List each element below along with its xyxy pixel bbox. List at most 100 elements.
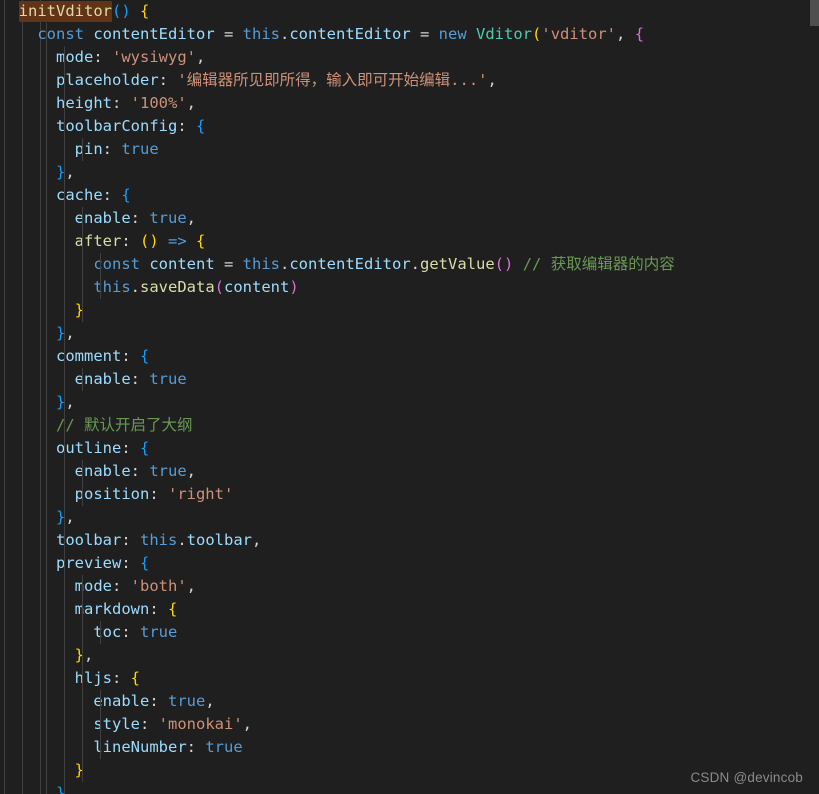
indent-guide: [64, 391, 65, 414]
indent-guide: [46, 276, 47, 299]
code-token: content: [224, 278, 290, 296]
code-line[interactable]: pin: true: [0, 138, 819, 161]
code-token: :: [111, 669, 131, 687]
indent-guide: [46, 138, 47, 161]
indent-guide: [46, 414, 47, 437]
code-token: {: [140, 347, 150, 365]
indent-guide: [46, 621, 47, 644]
indent-guide: [46, 690, 47, 713]
indent-guide: [46, 207, 47, 230]
indent-guide: [82, 713, 83, 736]
vertical-scrollbar-track[interactable]: [805, 0, 819, 794]
code-token: this: [242, 255, 280, 273]
code-line[interactable]: enable: true: [0, 368, 819, 391]
code-token: =: [214, 255, 243, 273]
code-line[interactable]: const content = this.contentEditor.getVa…: [0, 253, 819, 276]
code-token: ): [149, 232, 159, 250]
code-line[interactable]: placeholder: '编辑器所见即所得，输入即可开始编辑...',: [0, 69, 819, 92]
code-token: preview: [56, 554, 122, 572]
code-line[interactable]: after: () => {: [0, 230, 819, 253]
code-token: .: [410, 255, 421, 273]
indent-guide: [82, 138, 83, 161]
code-line[interactable]: lineNumber: true: [0, 736, 819, 759]
indent-guide: [46, 552, 47, 575]
code-token: :: [112, 94, 131, 112]
code-line[interactable]: mode: 'both',: [0, 575, 819, 598]
code-token: :: [149, 692, 168, 710]
code-line[interactable]: // 默认开启了大纲: [0, 414, 819, 437]
code-token: this: [93, 278, 131, 296]
code-line[interactable]: markdown: {: [0, 598, 819, 621]
code-token: ): [504, 255, 514, 273]
indent-guide: [82, 483, 83, 506]
code-line[interactable]: mode: 'wysiwyg',: [0, 46, 819, 69]
code-token: :: [140, 715, 159, 733]
indent-guide: [64, 276, 65, 299]
code-line[interactable]: },: [0, 644, 819, 667]
code-line[interactable]: enable: true,: [0, 207, 819, 230]
code-line[interactable]: enable: true,: [0, 690, 819, 713]
code-token: new: [438, 25, 467, 43]
code-line[interactable]: const contentEditor = this.contentEditor…: [0, 23, 819, 46]
code-line[interactable]: cache: {: [0, 184, 819, 207]
code-line[interactable]: comment: {: [0, 345, 819, 368]
code-token: '编辑器所见即所得，输入即可开始编辑...': [177, 71, 488, 89]
code-content[interactable]: initVditor() { const contentEditor = thi…: [0, 0, 819, 794]
code-editor[interactable]: initVditor() { const contentEditor = thi…: [0, 0, 819, 794]
code-line[interactable]: initVditor() {: [0, 0, 819, 23]
code-token: placeholder: [56, 71, 159, 89]
code-line[interactable]: style: 'monokai',: [0, 713, 819, 736]
code-line[interactable]: },: [0, 391, 819, 414]
code-token: ,: [186, 577, 196, 595]
code-line[interactable]: preview: {: [0, 552, 819, 575]
indent-guide: [64, 736, 65, 759]
indent-guide: [64, 115, 65, 138]
indent-guide: [46, 713, 47, 736]
code-token: true: [121, 140, 159, 158]
code-token: enable: [74, 370, 131, 388]
code-token: saveData: [140, 278, 215, 296]
indent-guide: [82, 460, 83, 483]
vertical-scrollbar-thumb[interactable]: [810, 0, 819, 26]
code-token: :: [102, 140, 122, 158]
code-line[interactable]: },: [0, 161, 819, 184]
indent-guide: [64, 184, 65, 207]
code-token: =>: [168, 232, 187, 250]
code-line[interactable]: toolbarConfig: {: [0, 115, 819, 138]
indent-guide: [64, 621, 65, 644]
code-token: {: [140, 554, 150, 572]
code-token: ,: [186, 209, 196, 227]
code-line[interactable]: hljs: {: [0, 667, 819, 690]
indent-guide: [46, 322, 47, 345]
code-line[interactable]: outline: {: [0, 437, 819, 460]
code-line[interactable]: },: [0, 506, 819, 529]
code-token: // 默认开启了大纲: [56, 416, 193, 434]
code-line[interactable]: this.saveData(content): [0, 276, 819, 299]
code-token: getValue: [420, 255, 495, 273]
indent-guide: [46, 23, 47, 46]
code-line[interactable]: },: [0, 322, 819, 345]
code-line[interactable]: }: [0, 299, 819, 322]
code-line[interactable]: position: 'right': [0, 483, 819, 506]
watermark-text: CSDN @devincob: [690, 770, 803, 785]
code-line[interactable]: height: '100%',: [0, 92, 819, 115]
indent-guide: [64, 299, 65, 322]
code-token: mode: [56, 48, 94, 66]
indent-guide: [64, 782, 65, 794]
code-line[interactable]: toolbar: this.toolbar,: [0, 529, 819, 552]
code-token: :: [149, 485, 168, 503]
indent-guide: [46, 92, 47, 115]
indent-guide: [64, 414, 65, 437]
code-token: '100%': [130, 94, 187, 112]
code-token: :: [130, 370, 150, 388]
indent-guide: [64, 69, 65, 92]
code-line[interactable]: enable: true,: [0, 460, 819, 483]
code-line[interactable]: toc: true: [0, 621, 819, 644]
code-token: 'vditor': [541, 25, 617, 43]
indent-guide: [64, 713, 65, 736]
